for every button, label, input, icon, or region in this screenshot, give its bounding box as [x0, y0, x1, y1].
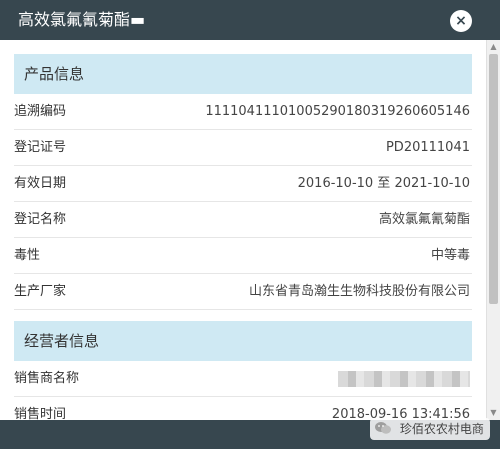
dialog-title: 高效氯氟氰菊酯▬ — [18, 10, 146, 29]
row-label: 追溯编码 — [14, 104, 67, 119]
redacted-value — [338, 371, 470, 387]
info-row-registration-no: 登记证号 PD20111041 — [14, 130, 472, 166]
row-label: 登记证号 — [14, 140, 67, 155]
row-value: 中等毒 — [430, 248, 470, 263]
row-label: 生产厂家 — [14, 284, 67, 299]
row-label: 销售时间 — [14, 407, 67, 420]
info-row-sale-time: 销售时间 2018-09-16 13:41:56 — [14, 397, 472, 420]
row-value: PD20111041 — [385, 140, 470, 155]
row-label: 销售商名称 — [14, 371, 80, 386]
info-row-manufacturer: 生产厂家 山东省青岛瀚生生物科技股份有限公司 — [14, 274, 472, 310]
info-row-toxicity: 毒性 中等毒 — [14, 238, 472, 274]
scroll-up-arrow-icon[interactable]: ▲ — [489, 42, 498, 52]
close-button[interactable]: × — [450, 10, 472, 32]
scroll-down-arrow-icon[interactable]: ▼ — [489, 408, 498, 418]
info-row-registered-name: 登记名称 高效氯氟氰菊酯 — [14, 202, 472, 238]
vertical-scrollbar[interactable]: ▲ ▼ — [486, 40, 500, 420]
info-row-seller-name: 销售商名称 — [14, 361, 472, 397]
row-label: 登记名称 — [14, 212, 67, 227]
watermark-text: 珍佰农农村电商 — [399, 422, 484, 436]
row-value: 2018-09-16 13:41:56 — [331, 407, 470, 420]
section-header-operator: 经营者信息 — [14, 321, 472, 361]
row-value: 山东省青岛瀚生生物科技股份有限公司 — [248, 284, 470, 299]
info-row-trace-code: 追溯编码 11110411101005290180319260605146 — [14, 94, 472, 130]
section-header-product: 产品信息 — [14, 54, 472, 94]
row-label: 毒性 — [14, 248, 41, 263]
dialog-titlebar: 高效氯氟氰菊酯▬ × — [0, 0, 500, 40]
row-value: 2016-10-10 至 2021-10-10 — [297, 176, 470, 191]
watermark: 珍佰农农村电商 — [370, 418, 490, 440]
scroll-thumb[interactable] — [489, 54, 498, 304]
dialog-content: 产品信息 追溯编码 111104111010052901803192606051… — [0, 40, 486, 420]
row-label: 有效日期 — [14, 176, 67, 191]
row-value: 11110411101005290180319260605146 — [205, 104, 470, 119]
row-value: 高效氯氟氰菊酯 — [378, 212, 470, 227]
info-row-valid-date: 有效日期 2016-10-10 至 2021-10-10 — [14, 166, 472, 202]
wechat-icon — [375, 422, 391, 434]
